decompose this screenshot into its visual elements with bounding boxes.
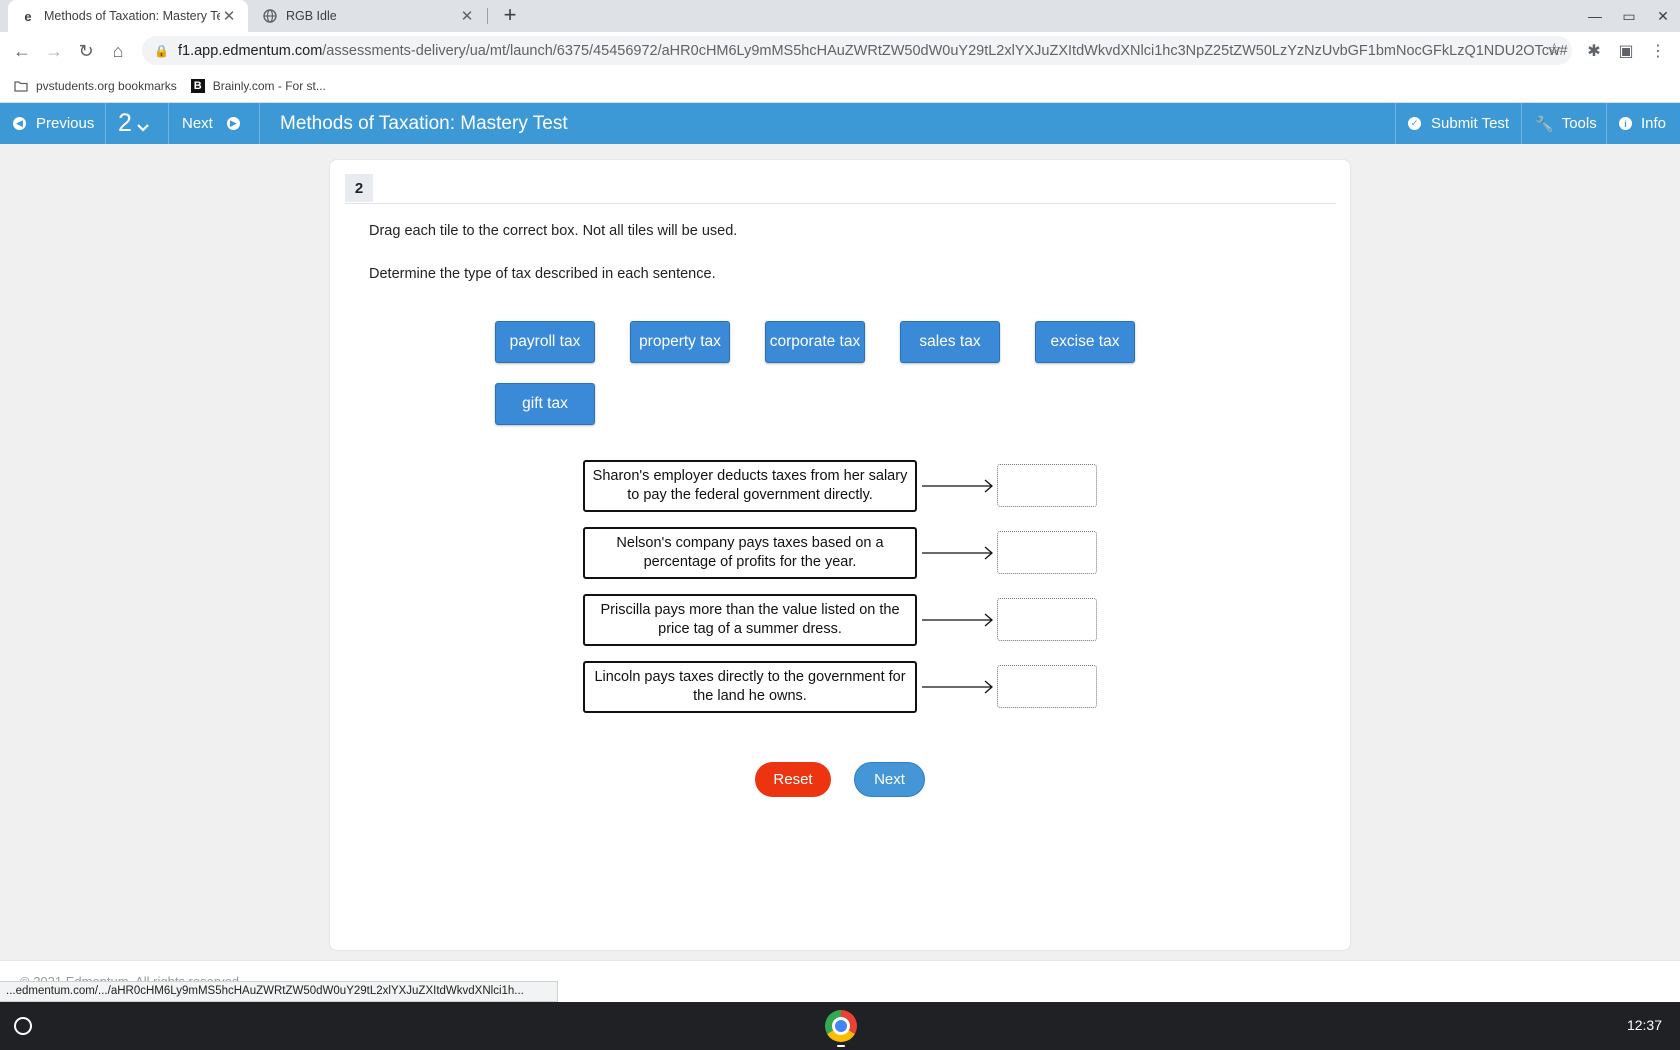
divider (259, 103, 260, 144)
tab-divider (487, 8, 488, 24)
instruction-text: Drag each tile to the correct box. Not a… (369, 223, 738, 239)
cast-icon[interactable]: ▣ (1613, 38, 1639, 64)
info-circle-icon: i (1619, 117, 1632, 130)
divider (345, 203, 1336, 204)
window-close-icon[interactable]: ✕ (1646, 0, 1680, 32)
arrow-left-circle-icon: ◀ (13, 117, 26, 130)
arrow-right-icon (922, 613, 993, 627)
check-circle-icon: ✓ (1408, 117, 1421, 130)
next-question-button[interactable]: Next ▶ (182, 103, 240, 144)
bookmark-label: pvstudents.org bookmarks (36, 78, 177, 93)
question-selector-dropdown[interactable]: 2 (118, 103, 149, 144)
question-card: 2 Drag each tile to the correct box. Not… (329, 159, 1351, 951)
tile-sales-tax[interactable]: sales tax (900, 321, 1000, 363)
clock[interactable]: 12:37 (1627, 1017, 1662, 1033)
reset-button[interactable]: Reset (755, 762, 831, 797)
statement-4: Lincoln pays taxes directly to the gover… (583, 661, 917, 713)
globe-icon (262, 8, 278, 24)
divider (1606, 103, 1607, 144)
submit-label: Submit Test (1431, 115, 1510, 132)
drop-box-4[interactable] (997, 665, 1097, 708)
tools-label: Tools (1561, 115, 1597, 132)
maximize-icon[interactable]: ▭ (1612, 0, 1646, 32)
back-arrow-icon[interactable]: ← (8, 37, 36, 65)
question-number: 2 (118, 109, 132, 137)
drop-box-2[interactable] (997, 531, 1097, 574)
tab-methods-of-taxation[interactable]: e Methods of Taxation: Mastery Te ✕ (8, 0, 248, 32)
tab-rgb-idle[interactable]: RGB Idle ✕ (250, 0, 486, 32)
test-nav-bar: ◀ Previous 2 Next ▶ Methods of Taxation:… (0, 103, 1680, 144)
bookmark-brainly[interactable]: B Brainly.com - For st... (190, 78, 326, 93)
question-number-badge: 2 (345, 174, 373, 202)
next-label: Next (182, 115, 213, 132)
arrow-right-icon (922, 479, 993, 493)
statement-3: Priscilla pays more than the value liste… (583, 594, 917, 646)
reload-icon[interactable]: ↻ (72, 37, 100, 65)
forward-arrow-icon[interactable]: → (40, 37, 68, 65)
wrench-icon: 🔧 (1535, 115, 1554, 133)
minimize-icon[interactable]: — (1578, 0, 1612, 32)
info-label: Info (1641, 115, 1667, 132)
close-icon[interactable]: ✕ (458, 7, 476, 25)
extensions-puzzle-icon[interactable]: ✱ (1581, 38, 1607, 64)
url-host: f1.app.edmentum.com (178, 42, 323, 59)
running-indicator (837, 1045, 845, 1047)
divider (168, 103, 169, 144)
browser-toolbar: ← → ↻ ⌂ 🔒 f1.app.edmentum.com /assessmen… (0, 32, 1680, 69)
browser-tab-bar: e Methods of Taxation: Mastery Te ✕ RGB … (0, 0, 1680, 32)
tile-gift-tax[interactable]: gift tax (495, 383, 595, 425)
new-tab-plus-icon[interactable]: + (498, 4, 522, 28)
tile-excise-tax[interactable]: excise tax (1035, 321, 1135, 363)
tab-title: Methods of Taxation: Mastery Te (44, 9, 220, 23)
bookmark-label: Brainly.com - For st... (212, 78, 326, 93)
tile-property-tax[interactable]: property tax (630, 321, 730, 363)
divider (1521, 103, 1522, 144)
home-icon[interactable]: ⌂ (104, 37, 132, 65)
brainly-logo-icon: B (190, 78, 205, 93)
divider (105, 103, 106, 144)
tile-payroll-tax[interactable]: payroll tax (495, 321, 595, 363)
menu-kebab-icon[interactable]: ⋮ (1645, 38, 1671, 64)
test-title: Methods of Taxation: Mastery Test (280, 112, 568, 134)
previous-label: Previous (36, 115, 95, 132)
launcher-circle-icon[interactable] (14, 1017, 32, 1035)
lock-icon: 🔒 (154, 43, 169, 58)
info-button[interactable]: i Info (1619, 103, 1666, 144)
edmentum-favicon-icon: e (24, 8, 32, 24)
url-path: /assessments-delivery/ua/mt/launch/6375/… (322, 42, 1568, 59)
arrow-right-icon (922, 546, 993, 560)
address-bar[interactable]: 🔒 f1.app.edmentum.com /assessments-deliv… (142, 36, 1572, 65)
tools-button[interactable]: 🔧 Tools (1535, 103, 1597, 144)
arrow-right-circle-icon: ▶ (226, 117, 240, 130)
drop-box-3[interactable] (997, 598, 1097, 641)
drop-box-1[interactable] (997, 464, 1097, 507)
bookmarks-bar: pvstudents.org bookmarks B Brainly.com -… (0, 69, 1680, 103)
folder-icon (14, 80, 28, 92)
status-bar-url: ...edmentum.com/.../aHR0cHM6Ly9mMS5hcHAu… (0, 981, 558, 1002)
bookmark-pvstudents[interactable]: pvstudents.org bookmarks (14, 79, 177, 93)
os-shelf: 12:37 (0, 1002, 1680, 1050)
statement-1: Sharon's employer deducts taxes from her… (583, 460, 917, 512)
close-icon[interactable]: ✕ (220, 7, 238, 25)
chevron-down-icon (137, 123, 149, 132)
window-controls: — ▭ ✕ (1578, 0, 1680, 32)
tile-corporate-tax[interactable]: corporate tax (765, 321, 865, 363)
submit-test-button[interactable]: ✓ Submit Test (1408, 103, 1509, 144)
divider (1395, 103, 1396, 144)
previous-button[interactable]: ◀ Previous (13, 103, 94, 144)
chrome-icon[interactable] (825, 1010, 857, 1042)
tab-title: RGB Idle (286, 9, 337, 23)
next-button[interactable]: Next (854, 762, 925, 797)
bookmark-star-icon[interactable]: ☆ (1547, 40, 1562, 60)
arrow-right-icon (922, 680, 993, 694)
prompt-text: Determine the type of tax described in e… (369, 266, 716, 282)
statement-2: Nelson's company pays taxes based on a p… (583, 527, 917, 579)
